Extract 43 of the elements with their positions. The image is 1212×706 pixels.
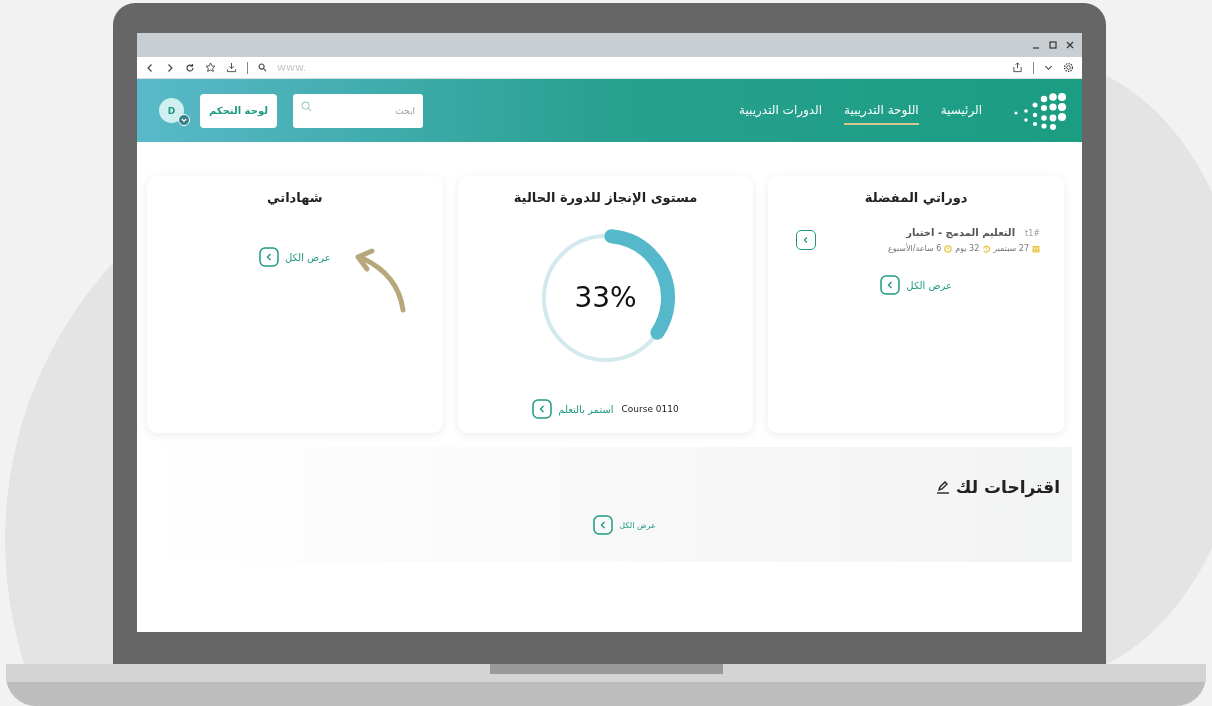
chevron-left-icon: [593, 515, 614, 535]
chevron-left-icon: [259, 247, 279, 267]
settings-icon[interactable]: [1063, 62, 1074, 73]
clock-icon: [944, 244, 953, 253]
chevron-left-icon: [880, 275, 901, 295]
card-title: مستوى الإنجاز للدورة الحالية: [513, 190, 698, 205]
course-name: Course 0110: [621, 404, 679, 414]
progress-percent: 33%: [574, 280, 637, 314]
section-title: اقتراحات لك: [955, 477, 1060, 497]
chevron-left-icon: [532, 399, 553, 419]
history-icon: [982, 244, 991, 253]
close-icon[interactable]: [1066, 41, 1074, 49]
card-title: دوراتي المفضلة: [864, 190, 968, 205]
avatar[interactable]: D: [159, 98, 184, 123]
course-date: 27 سبتمبر: [993, 244, 1029, 253]
pencil-icon: [935, 480, 950, 494]
star-icon[interactable]: [205, 62, 216, 73]
nav-link[interactable]: الرئيسية: [940, 96, 982, 125]
search-icon: [258, 63, 267, 72]
forward-icon[interactable]: [165, 62, 175, 73]
view-all-link[interactable]: عرض الكل: [880, 275, 952, 295]
view-all-link[interactable]: عرض الكل: [259, 247, 331, 267]
course-number: t1#: [1025, 229, 1040, 238]
chevron-down-icon: [178, 114, 190, 126]
share-icon[interactable]: [1012, 62, 1023, 73]
back-icon[interactable]: [145, 62, 155, 73]
reload-icon[interactable]: [185, 62, 195, 73]
nav-link[interactable]: اللوحة التدريبية: [844, 96, 919, 125]
calendar-icon: [1032, 244, 1040, 253]
maximize-icon[interactable]: [1049, 41, 1057, 49]
download-icon[interactable]: [226, 62, 237, 73]
course-hours: 6 ساعة/الأسبوع: [887, 244, 942, 253]
course-duration: 32 يوم: [955, 244, 980, 253]
nav-link[interactable]: الدورات التدريبية: [739, 96, 823, 125]
view-all-link[interactable]: عرض الكل: [593, 515, 656, 535]
dashboard-button[interactable]: لوحة التحكم: [200, 93, 277, 128]
course-title[interactable]: التعليم المدمج - اختبار: [906, 227, 1016, 238]
open-course-button[interactable]: [796, 230, 817, 250]
card-title: شهاداتي: [267, 190, 323, 205]
search-icon: [300, 100, 312, 112]
chevron-down-icon[interactable]: [1044, 63, 1053, 72]
continue-learning-link[interactable]: استمر بالتعلم: [532, 399, 614, 419]
search-field[interactable]: ابحث: [292, 93, 423, 128]
